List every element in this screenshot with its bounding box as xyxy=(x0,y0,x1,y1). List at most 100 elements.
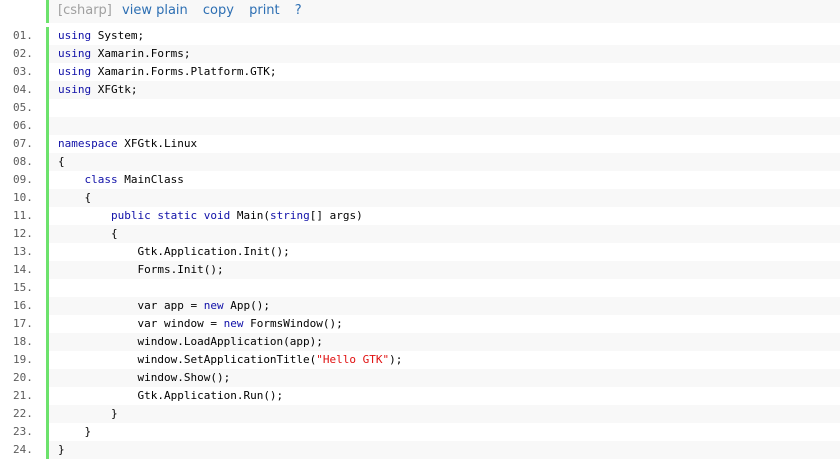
view-plain-link[interactable]: view plain xyxy=(122,3,188,18)
code-line: 10. { xyxy=(0,189,840,207)
line-number: 04. xyxy=(13,83,33,96)
line-code: { xyxy=(46,153,840,171)
line-code: using Xamarin.Forms; xyxy=(46,45,840,63)
code-token: FormsWindow(); xyxy=(243,317,343,330)
keyword-token: using xyxy=(58,47,92,60)
code-line: 21. Gtk.Application.Run(); xyxy=(0,387,840,405)
line-number: 02. xyxy=(13,47,33,60)
code-toolbar: [csharp] view plain copy print ? xyxy=(46,0,840,23)
code-token: Gtk.Application.Init(); xyxy=(137,245,290,258)
code-line: 12. { xyxy=(0,225,840,243)
line-code: var app = new App(); xyxy=(46,297,840,315)
code-token: var app = xyxy=(137,299,204,312)
code-line: 04. using XFGtk; xyxy=(0,81,840,99)
code-token: MainClass xyxy=(117,173,184,186)
line-code: using Xamarin.Forms.Platform.GTK; xyxy=(46,63,840,81)
code-line: 07. namespace XFGtk.Linux xyxy=(0,135,840,153)
print-link[interactable]: print xyxy=(249,3,280,18)
line-code: using XFGtk; xyxy=(46,81,840,99)
code-token: XFGtk; xyxy=(91,83,138,96)
line-code: using System; xyxy=(46,27,840,45)
line-code: var window = new FormsWindow(); xyxy=(46,315,840,333)
keyword-token: using xyxy=(58,65,92,78)
keyword-token: new xyxy=(223,317,244,330)
line-number: 11. xyxy=(13,209,33,222)
code-token: App(); xyxy=(223,299,270,312)
keyword-token: static xyxy=(157,209,198,222)
line-number: 24. xyxy=(13,443,33,456)
code-token: ); xyxy=(389,353,403,366)
line-number: 21. xyxy=(13,389,33,402)
language-label: [csharp] xyxy=(58,3,112,18)
keyword-token: string xyxy=(269,209,310,222)
line-number: 18. xyxy=(13,335,33,348)
line-number: 19. xyxy=(13,353,33,366)
string-token: "Hello GTK" xyxy=(316,353,390,366)
code-line: 11. public static void Main(string[] arg… xyxy=(0,207,840,225)
line-code: window.SetApplicationTitle("Hello GTK"); xyxy=(46,351,840,369)
code-token: window.Show(); xyxy=(137,371,231,384)
keyword-token: using xyxy=(58,29,92,42)
line-code: } xyxy=(46,423,840,441)
code-block: 01. using System; 02. using Xamarin.Forms; 0… xyxy=(0,27,840,459)
line-code: { xyxy=(46,225,840,243)
code-line: 01. using System; xyxy=(0,27,840,45)
code-token: [] args) xyxy=(309,209,363,222)
line-number: 14. xyxy=(13,263,33,276)
line-code: } xyxy=(46,405,840,423)
line-code: } xyxy=(46,441,840,459)
code-line: 17. var window = new FormsWindow(); xyxy=(0,315,840,333)
line-number: 03. xyxy=(13,65,33,78)
code-line: 16. var app = new App(); xyxy=(0,297,840,315)
copy-link[interactable]: copy xyxy=(203,3,234,18)
code-line: 05. xyxy=(0,99,840,117)
line-code: public static void Main(string[] args) xyxy=(46,207,840,225)
keyword-token: using xyxy=(58,83,92,96)
keyword-token: void xyxy=(203,209,231,222)
line-number: 12. xyxy=(13,227,33,240)
code-line: 03. using Xamarin.Forms.Platform.GTK; xyxy=(0,63,840,81)
keyword-token: public xyxy=(110,209,151,222)
code-line: 23. } xyxy=(0,423,840,441)
line-number: 23. xyxy=(13,425,33,438)
line-code: window.LoadApplication(app); xyxy=(46,333,840,351)
line-code: { xyxy=(46,189,840,207)
line-code: class MainClass xyxy=(46,171,840,189)
line-number: 06. xyxy=(13,119,33,132)
code-line: 24.} xyxy=(0,441,840,459)
code-token: window.SetApplicationTitle( xyxy=(137,353,317,366)
line-number: 09. xyxy=(13,173,33,186)
line-code: window.Show(); xyxy=(46,369,840,387)
line-number: 01. xyxy=(13,29,33,42)
code-token: Forms.Init(); xyxy=(137,263,224,276)
code-token: { xyxy=(58,155,65,168)
help-link[interactable]: ? xyxy=(295,3,302,18)
code-token: { xyxy=(110,227,118,240)
line-code: Gtk.Application.Init(); xyxy=(46,243,840,261)
code-token: } xyxy=(84,425,92,438)
line-code: Gtk.Application.Run(); xyxy=(46,387,840,405)
code-line: 02. using Xamarin.Forms; xyxy=(0,45,840,63)
code-token: } xyxy=(110,407,118,420)
line-code: Forms.Init(); xyxy=(46,261,840,279)
code-line: 22. } xyxy=(0,405,840,423)
line-number: 07. xyxy=(13,137,33,150)
code-line: 15. xyxy=(0,279,840,297)
code-token: Gtk.Application.Run(); xyxy=(137,389,284,402)
code-snippet-viewer: [csharp] view plain copy print ? 01. usin… xyxy=(0,0,840,464)
keyword-token: class xyxy=(84,173,118,186)
line-number: 22. xyxy=(13,407,33,420)
code-line: 13. Gtk.Application.Init(); xyxy=(0,243,840,261)
